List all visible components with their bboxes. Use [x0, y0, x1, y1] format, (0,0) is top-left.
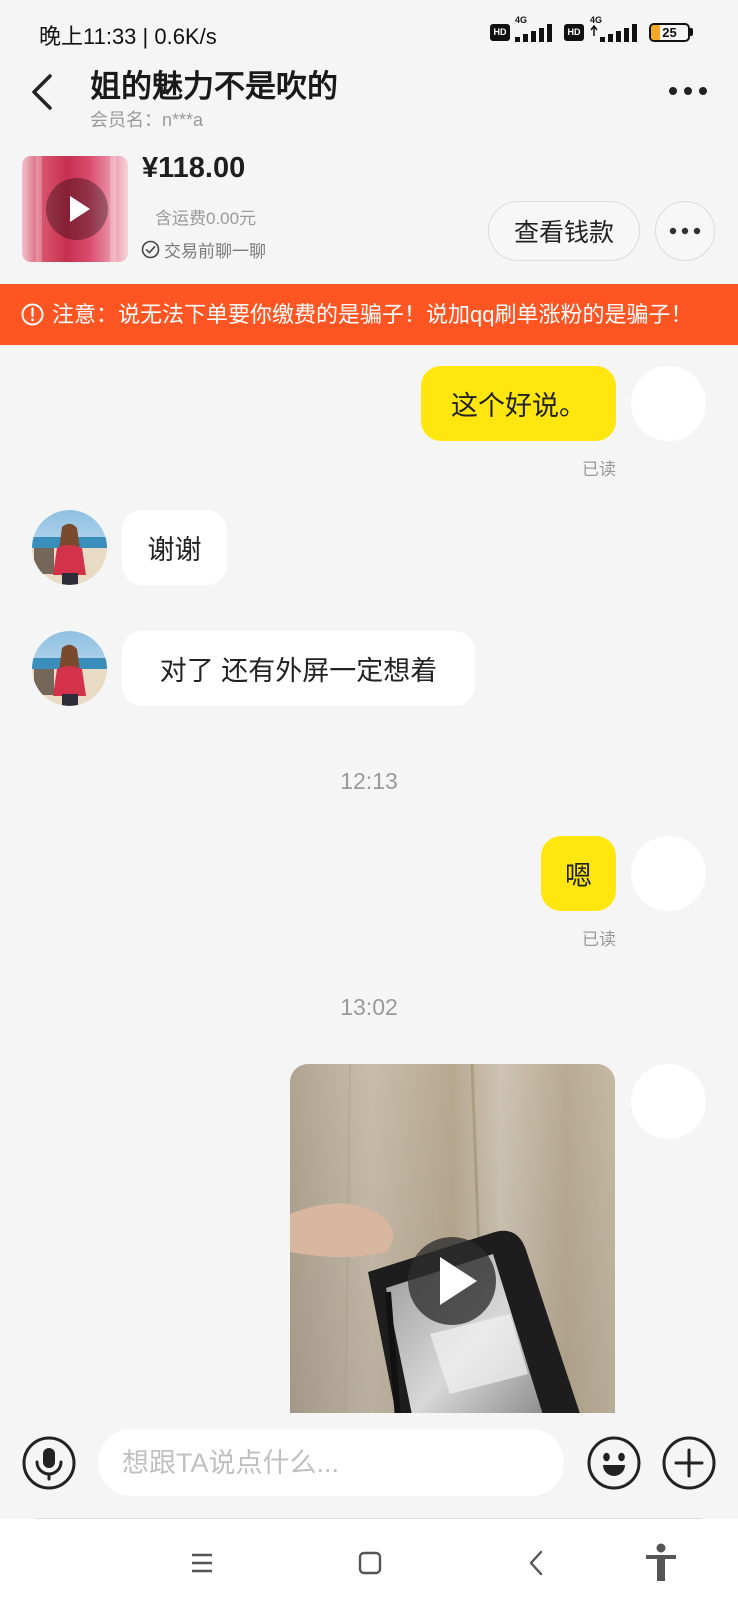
back-arrow-icon[interactable]: [29, 72, 55, 112]
emoji-icon[interactable]: [586, 1435, 642, 1491]
page-title: 姐的魅力不是吹的: [90, 69, 338, 104]
product-more-button[interactable]: [655, 201, 715, 261]
tip-label: 交易前聊一聊: [164, 242, 266, 261]
scam-warning-banner: 注意：说无法下单要你缴费的是骗子！说加qq刷单涨粉的是骗子！: [0, 284, 738, 345]
message-bubble-other[interactable]: 对了 还有外屏一定想着: [122, 631, 475, 706]
thumbnail-highlight: [36, 156, 42, 262]
chat-before-trade-tip: 交易前聊一聊: [141, 237, 266, 262]
home-icon[interactable]: [358, 1551, 382, 1575]
video-thumbnail: [290, 1064, 615, 1413]
avatar-image: [32, 510, 107, 585]
avatar-other[interactable]: [32, 510, 107, 585]
more-icon: [669, 227, 701, 235]
avatar-other[interactable]: [32, 631, 107, 706]
system-nav-bar: [0, 1519, 738, 1600]
back-icon[interactable]: [527, 1549, 545, 1577]
video-message[interactable]: [290, 1064, 615, 1413]
member-name: 会员名：n***a: [90, 110, 204, 130]
avatar-image: [32, 631, 107, 706]
view-money-button[interactable]: 查看钱款: [488, 201, 640, 261]
chat-timestamp: 12:13: [340, 768, 398, 794]
warning-text: 注意：说无法下单要你缴费的是骗子！说加qq刷单涨粉的是骗子！: [52, 302, 693, 327]
play-triangle: [70, 196, 90, 222]
read-status: 已读: [582, 460, 616, 479]
message-input-field[interactable]: [98, 1429, 564, 1498]
chat-timestamp: 13:02: [340, 994, 398, 1020]
input-bar: [0, 1413, 738, 1518]
more-icon[interactable]: [668, 86, 708, 96]
signal-icon: [515, 24, 552, 42]
message-input[interactable]: [120, 1429, 544, 1498]
hd-badge: HD: [490, 24, 510, 41]
play-icon[interactable]: [46, 178, 108, 240]
plus-icon[interactable]: [661, 1435, 717, 1491]
battery-percent: 25: [662, 25, 677, 40]
alert-circle-icon: [21, 303, 44, 326]
battery-icon: 25: [649, 23, 690, 42]
read-status: 已读: [582, 930, 616, 949]
check-circle-icon: [141, 240, 160, 259]
avatar-self[interactable]: [631, 836, 706, 911]
thumbnail-highlight: [110, 156, 116, 262]
signal-icon: [590, 24, 637, 42]
menu-icon[interactable]: [190, 1552, 214, 1574]
product-thumbnail[interactable]: [22, 156, 128, 262]
shipping-fee: 含运费0.00元: [155, 209, 257, 228]
hd-badge: HD: [564, 24, 584, 41]
avatar-self[interactable]: [631, 1064, 706, 1139]
accessibility-icon[interactable]: [644, 1543, 678, 1583]
avatar-self[interactable]: [631, 366, 706, 441]
battery-nub: [690, 28, 693, 36]
message-bubble-other[interactable]: 谢谢: [122, 510, 227, 585]
microphone-icon[interactable]: [21, 1435, 77, 1491]
chat-messages[interactable]: 这个好说。 已读 谢谢 对了 还有外屏一定想着 12:13 嗯 已读 13:02: [0, 345, 738, 1413]
message-bubble-self[interactable]: 嗯: [541, 836, 616, 911]
message-bubble-self[interactable]: 这个好说。: [421, 366, 616, 441]
status-time: 晚上11:33 | 0.6K/s: [39, 24, 217, 49]
product-price: ¥118.00: [142, 152, 246, 184]
